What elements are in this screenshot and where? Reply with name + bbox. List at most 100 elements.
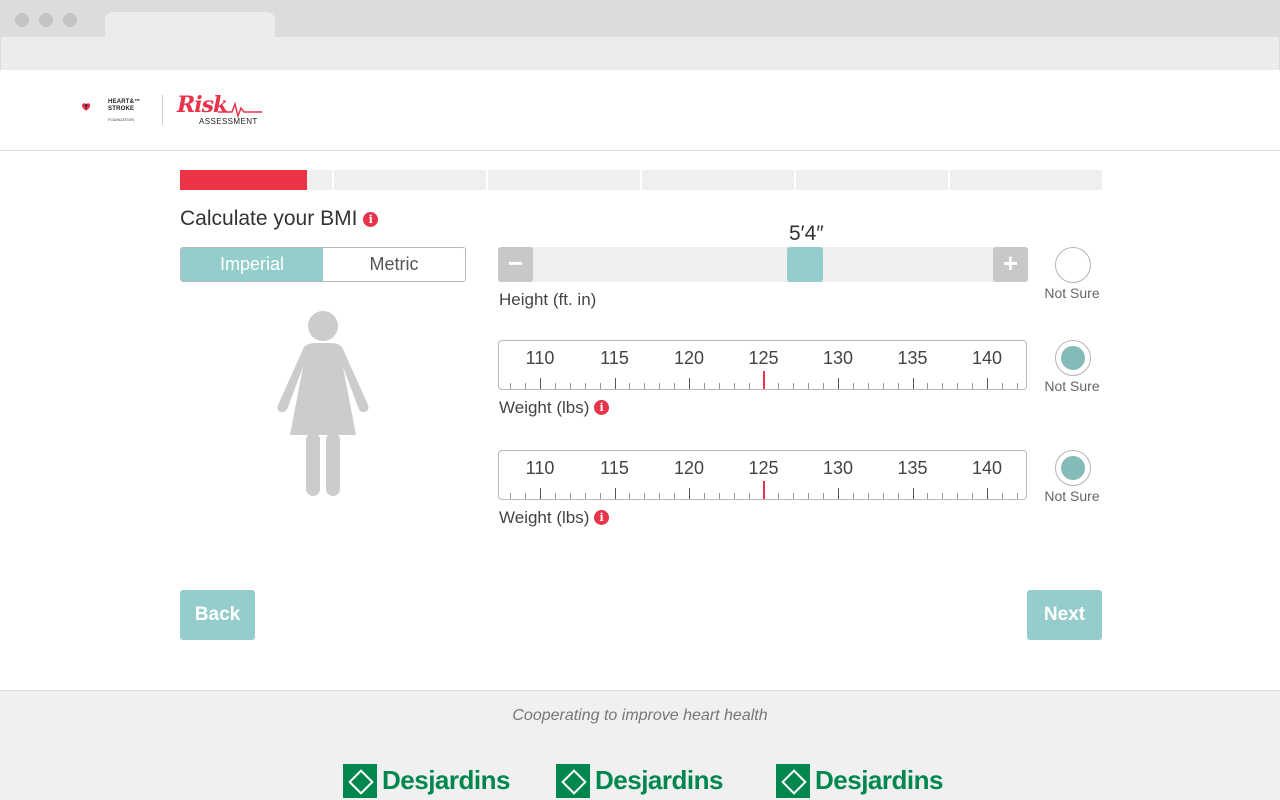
progress-segment: [488, 170, 640, 190]
sponsor-name: Desjardins: [595, 765, 723, 795]
progress-fill: [180, 170, 307, 190]
ruler-tick: [778, 383, 780, 389]
ruler-tick: [748, 383, 750, 389]
browser-tab[interactable]: [105, 12, 275, 38]
height-slider-track[interactable]: [498, 247, 1028, 282]
weight-ruler[interactable]: 110 115 120 125 130 135 140: [498, 450, 1027, 500]
ruler-tick: [942, 383, 944, 389]
height-not-sure-radio[interactable]: [1055, 247, 1091, 283]
sponsor-name: Desjardins: [815, 765, 943, 795]
ruler-tick: [733, 493, 735, 499]
next-button[interactable]: Next: [1027, 590, 1102, 640]
weight-not-sure-label: Not Sure: [1044, 378, 1100, 394]
height-slider-handle[interactable]: [787, 247, 823, 282]
ruler-tick: [838, 488, 839, 499]
sponsor-logo[interactable]: Desjardins: [343, 763, 510, 798]
ruler-tick: [569, 493, 571, 499]
metric-tab[interactable]: Metric: [323, 248, 465, 281]
height-value: 5′4″: [789, 222, 824, 245]
weight-not-sure-radio[interactable]: [1055, 450, 1091, 486]
ruler-tick: [793, 493, 795, 499]
weight-ruler[interactable]: 110 115 120 125 130 135 140: [498, 340, 1027, 390]
ruler-tick: [629, 383, 631, 389]
ruler-tick: [927, 493, 929, 499]
window-minimize-dot[interactable]: [39, 13, 53, 27]
ruler-tick-label: 120: [673, 458, 705, 478]
ruler-tick: [867, 383, 869, 389]
ruler-tick: [554, 383, 556, 389]
ruler-tick-label: 110: [525, 348, 555, 368]
browser-chrome: [0, 0, 1280, 70]
ruler-tick: [689, 488, 690, 499]
ruler-tick: [599, 383, 601, 389]
ruler-tick: [718, 383, 720, 389]
footer-tagline: Cooperating to improve heart health: [512, 707, 768, 724]
weight-not-sure-label: Not Sure: [1044, 488, 1100, 504]
info-icon[interactable]: i: [594, 510, 610, 525]
info-icon[interactable]: i: [594, 400, 610, 415]
unit-toggle: Imperial Metric: [180, 247, 466, 282]
progress-segment: [642, 170, 794, 190]
window-close-dot[interactable]: [15, 13, 29, 27]
progress-bar: [180, 170, 1102, 190]
ruler-tick: [540, 378, 541, 389]
ruler-tick: [674, 383, 676, 389]
ruler-tick: [912, 488, 914, 499]
ruler-tick: [823, 383, 825, 389]
height-not-sure-label: Not Sure: [1044, 285, 1100, 301]
female-figure-icon: [277, 311, 369, 496]
weight-label: Weight (lbs) i: [499, 398, 610, 418]
window-maximize-dot[interactable]: [63, 13, 77, 27]
ruler-tick: [748, 493, 750, 499]
ruler-tick: [525, 383, 527, 389]
ruler-tick-label: 115: [600, 458, 629, 478]
ruler-tick-label: 135: [897, 348, 928, 368]
page-title: Calculate your BMI i: [180, 207, 379, 231]
assessment-logo-word: ASSESSMENT: [199, 117, 258, 126]
height-label: Height (ft. in): [499, 290, 597, 309]
ruler-tick: [957, 383, 959, 389]
height-increase-button[interactable]: +: [993, 247, 1028, 282]
ruler-tick: [614, 378, 616, 389]
height-decrease-button[interactable]: −: [498, 247, 533, 282]
ruler-tick: [510, 493, 512, 499]
ruler-tick: [927, 383, 929, 389]
ruler-tick: [584, 493, 586, 499]
progress-segment: [334, 170, 486, 190]
ruler-tick-label: 110: [525, 458, 555, 478]
back-button[interactable]: Back: [180, 590, 255, 640]
ruler-tick: [823, 493, 825, 499]
sponsor-logo[interactable]: Desjardins: [776, 763, 943, 798]
ruler-tick: [733, 383, 735, 389]
ruler-tick: [1001, 383, 1003, 389]
heartbeat-line-icon: [218, 101, 262, 118]
weight-not-sure-radio[interactable]: [1055, 340, 1091, 376]
ruler-tick: [554, 493, 556, 499]
ruler-tick-label: 115: [600, 348, 629, 368]
info-icon[interactable]: i: [363, 212, 379, 227]
ruler-tick: [852, 493, 854, 499]
heart-stroke-logo-icon[interactable]: [82, 96, 106, 120]
weight-indicator[interactable]: [762, 371, 765, 389]
desjardins-icon: [556, 763, 590, 798]
ruler-tick-label: 140: [971, 458, 1003, 478]
browser-toolbar: [1, 37, 1279, 70]
ruler-tick: [525, 493, 527, 499]
ruler-tick: [644, 493, 646, 499]
sponsor-logo[interactable]: Desjardins: [556, 763, 723, 798]
hsf-line2: STROKE: [108, 106, 135, 112]
ruler-tick: [703, 493, 705, 499]
ruler-tick: [942, 493, 944, 499]
weight-label: Weight (lbs) i: [499, 508, 610, 528]
ruler-tick: [987, 488, 988, 499]
hsf-line1: HEART&™: [108, 99, 141, 105]
hsf-foundation-text: FOUNDATION: [108, 117, 135, 122]
ruler-tick: [972, 493, 974, 499]
ruler-tick-label: 120: [673, 348, 705, 368]
ruler-tick: [1016, 493, 1018, 499]
ruler-tick: [897, 493, 899, 499]
ruler-tick: [778, 493, 780, 499]
weight-indicator[interactable]: [762, 481, 765, 499]
logo-divider: [162, 95, 163, 125]
imperial-tab[interactable]: Imperial: [181, 248, 323, 281]
